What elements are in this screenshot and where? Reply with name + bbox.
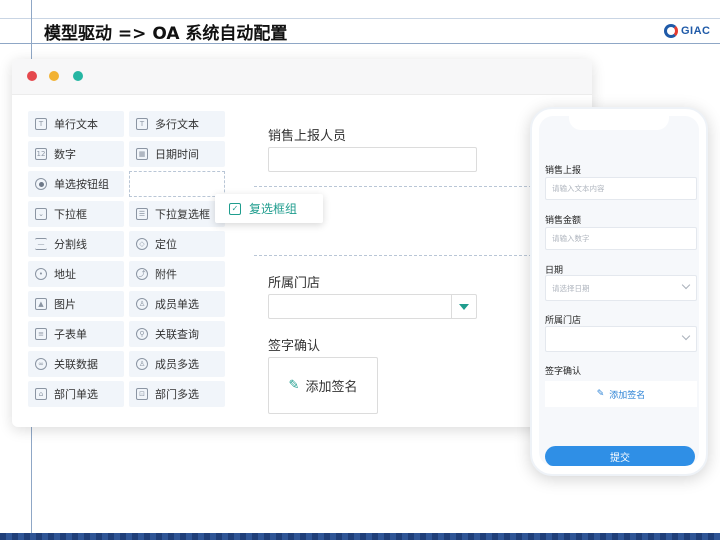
add-signature-button[interactable]: ✎ 添加签名 [268,357,378,414]
giac-logo: GIAC [664,24,711,38]
select-dropdown-button[interactable] [451,295,476,318]
widget-label: 成员多选 [155,358,199,371]
dragging-widget-checkbox-group[interactable]: ✓ 复选框组 [215,194,323,223]
sales-reporter-input[interactable] [268,147,477,172]
member-icon: ♙ [136,298,148,310]
mobile-date-select[interactable]: 请选择日期 [545,275,697,301]
mobile-label-sales-amount: 销售金额 [545,216,582,226]
submit-button[interactable]: 提交 [545,446,695,466]
field-label-store: 所属门店 [268,276,321,291]
multi-dropdown-icon: ☰ [136,208,148,220]
calendar-icon: ▦ [136,148,148,160]
widget-label: 关联查询 [155,328,199,341]
mobile-store-select[interactable] [545,326,697,352]
mobile-preview: 销售上报 请输入文本内容 销售金额 请输入数字 日期 请选择日期 所属门店 签字… [530,107,708,476]
slide-title: 模型驱动 => OA 系统自动配置 [44,24,288,44]
widget-multi-line-text[interactable]: T 多行文本 [129,111,225,137]
widget-number[interactable]: 12 数字 [28,141,124,167]
widget-label: 数字 [54,148,76,161]
subform-icon: ≡ [35,328,47,340]
locate-icon: ◇ [136,238,148,250]
divider-icon: — [35,238,47,250]
query-icon: ⚲ [136,328,148,340]
widget-label: 图片 [54,298,76,311]
pen-icon: ✎ [288,378,300,393]
widget-label: 单选按钮组 [54,178,109,191]
chevron-down-icon [681,331,691,341]
widget-label: 定位 [155,238,177,251]
widget-single-line-text[interactable]: T 单行文本 [28,111,124,137]
mobile-screen: 销售上报 请输入文本内容 销售金额 请输入数字 日期 请选择日期 所属门店 签字… [539,116,699,466]
widget-linked-query[interactable]: ⚲ 关联查询 [129,321,225,347]
widget-department-single[interactable]: ⌂ 部门单选 [28,381,124,407]
maximize-window-button[interactable] [73,71,83,81]
widget-label: 成员单选 [155,298,199,311]
field-label-signature: 签字确认 [268,339,321,354]
widget-label: 附件 [155,268,177,281]
attachment-icon: ⤴ [136,268,148,280]
location-pin-icon: • [35,268,47,280]
widget-member-multi[interactable]: ♙ 成员多选 [129,351,225,377]
minimize-window-button[interactable] [49,71,59,81]
close-window-button[interactable] [27,71,37,81]
widget-label: 部门单选 [54,388,98,401]
window-titlebar [12,59,592,95]
widget-multi-select-dropdown[interactable]: ☰ 下拉复选框 [129,201,225,227]
mobile-label-signature: 签字确认 [545,367,582,377]
widget-dropdown[interactable]: ⌄ 下拉框 [28,201,124,227]
phone-notch [569,116,669,130]
dragging-widget-label: 复选框组 [249,202,298,216]
dropdown-icon: ⌄ [35,208,47,220]
widget-image[interactable]: ▲ 图片 [28,291,124,317]
widget-label: 下拉框 [54,208,87,221]
form-designer-window: T 单行文本 12 数字 单选按钮组 ⌄ 下拉框 — 分割线 • 地址 ▲ 图片… [12,59,592,427]
field-label-sales-reporter: 销售上报人员 [268,129,347,144]
departments-icon: ⊡ [136,388,148,400]
mobile-input-sales-amount[interactable]: 请输入数字 [545,227,697,250]
widget-divider[interactable]: — 分割线 [28,231,124,257]
link-data-icon: ∞ [35,358,47,370]
widget-label: 单行文本 [54,118,98,131]
widget-label: 下拉复选框 [155,208,210,221]
giac-logo-icon [664,24,678,38]
members-icon: ♙ [136,358,148,370]
widget-label: 地址 [54,268,76,281]
empty-widget-slot [129,171,225,197]
checkbox-icon: ✓ [229,202,241,215]
add-signature-label: 添加签名 [305,380,358,395]
widget-linked-data[interactable]: ∞ 关联数据 [28,351,124,377]
widget-subform[interactable]: ≡ 子表单 [28,321,124,347]
store-select[interactable] [268,294,477,319]
footer-band [0,533,720,540]
mobile-add-signature-button[interactable]: ✎ 添加签名 [545,381,697,407]
widget-label: 子表单 [54,328,87,341]
widget-label: 关联数据 [54,358,98,371]
mobile-label-store: 所属门店 [545,316,582,326]
widget-department-multi[interactable]: ⊡ 部门多选 [129,381,225,407]
radio-icon [35,178,47,190]
department-icon: ⌂ [35,388,47,400]
widget-label: 日期时间 [155,148,199,161]
logo-text: GIAC [681,25,711,37]
image-icon: ▲ [35,298,47,310]
widget-address[interactable]: • 地址 [28,261,124,287]
number-icon: 12 [35,148,47,160]
widget-label: 部门多选 [155,388,199,401]
mobile-label-sales-report: 销售上报 [545,166,582,176]
caret-down-icon [459,303,469,310]
widget-locate[interactable]: ◇ 定位 [129,231,225,257]
widget-label: 分割线 [54,238,87,251]
widget-member-single[interactable]: ♙ 成员单选 [129,291,225,317]
widget-label: 多行文本 [155,118,199,131]
widget-attachment[interactable]: ⤴ 附件 [129,261,225,287]
textarea-icon: T [136,118,148,130]
widget-date-time[interactable]: ▦ 日期时间 [129,141,225,167]
chevron-down-icon [681,280,691,290]
widget-radio-group[interactable]: 单选按钮组 [28,171,124,197]
mobile-input-sales-report[interactable]: 请输入文本内容 [545,177,697,200]
text-box-icon: T [35,118,47,130]
mobile-add-signature-label: 添加签名 [609,390,646,401]
mobile-date-placeholder: 请选择日期 [552,283,590,293]
pen-icon: ✎ [596,389,605,399]
